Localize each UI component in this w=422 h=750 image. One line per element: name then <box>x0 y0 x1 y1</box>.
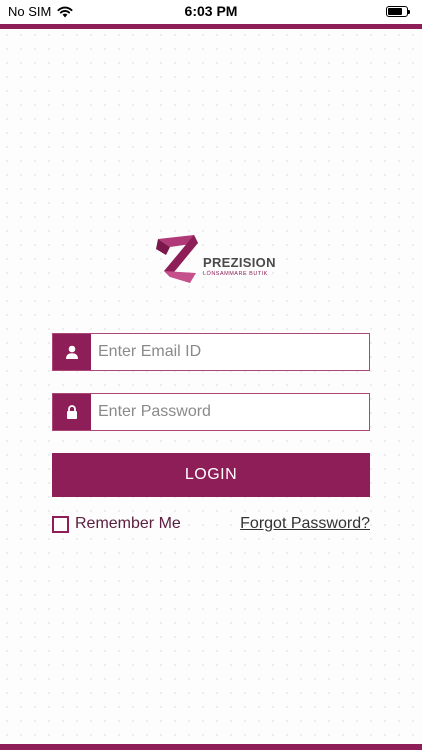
lock-icon <box>67 405 77 419</box>
user-icon <box>66 345 78 359</box>
password-icon-box <box>53 394 91 430</box>
password-input[interactable] <box>91 394 369 430</box>
logo-brand-name: PREZISION <box>203 255 276 270</box>
remember-me-group[interactable]: Remember Me <box>52 515 181 533</box>
bottom-brand-stripe <box>0 744 422 750</box>
status-bar: No SIM 6:03 PM <box>0 0 422 24</box>
email-icon-box <box>53 334 91 370</box>
z-logo-icon <box>156 235 198 283</box>
top-brand-stripe <box>0 24 422 29</box>
status-time: 6:03 PM <box>184 3 238 19</box>
forgot-password-link[interactable]: Forgot Password? <box>240 515 370 533</box>
remember-me-checkbox[interactable] <box>52 515 69 533</box>
password-field-group <box>52 393 370 431</box>
login-button[interactable]: LOGIN <box>52 453 370 497</box>
email-input[interactable] <box>91 334 369 370</box>
logo-tagline: LÖNSAMMARE BUTIK <box>203 271 268 277</box>
remember-me-label[interactable]: Remember Me <box>75 515 181 533</box>
login-screen: No SIM 6:03 PM PREZISION LÖNSAMMARE BUTI… <box>0 0 422 750</box>
battery-level <box>388 8 402 15</box>
prezision-logo: PREZISION LÖNSAMMARE BUTIK <box>154 233 275 285</box>
battery-icon <box>386 6 410 17</box>
email-field-group <box>52 333 370 371</box>
